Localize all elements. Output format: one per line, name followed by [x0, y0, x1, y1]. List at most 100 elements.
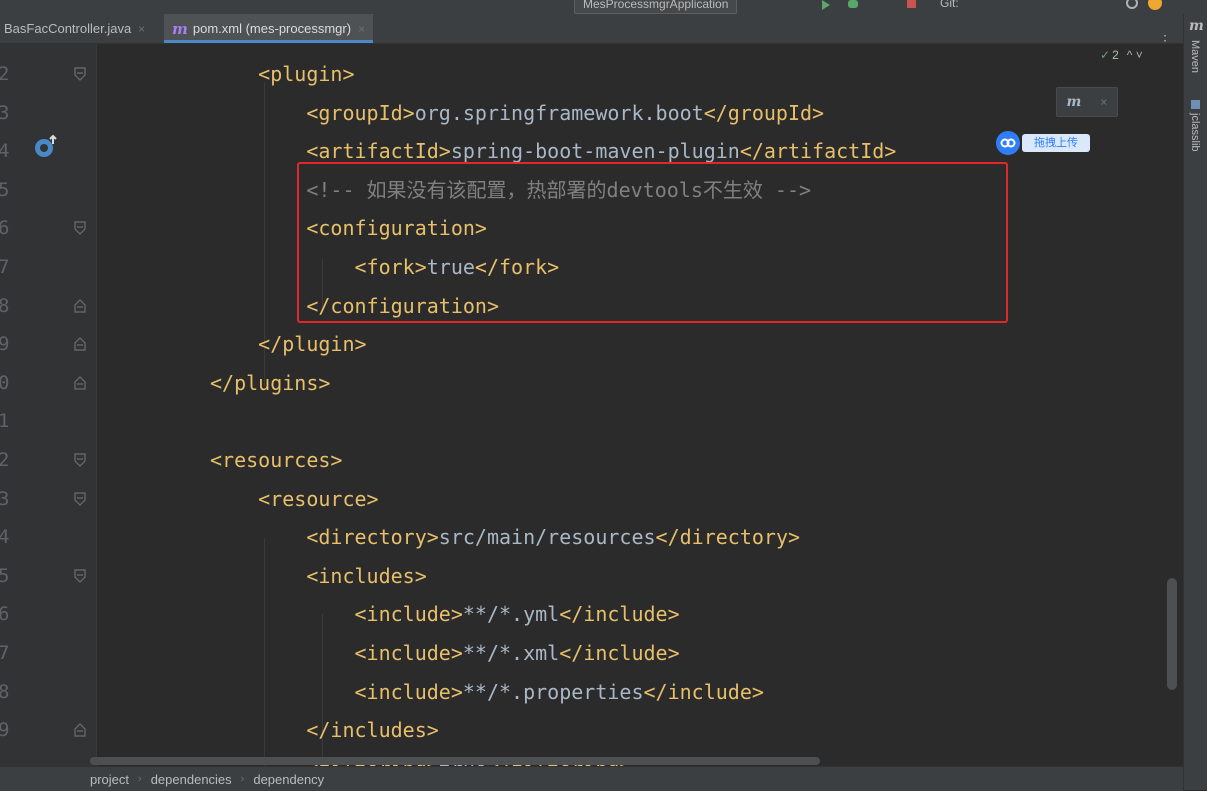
xml-tag: <includes>	[210, 563, 427, 588]
maven-file-icon: m	[172, 19, 188, 38]
inspection-widget[interactable]: ✓ 2 ^ ˅	[1100, 48, 1143, 62]
fold-end-icon[interactable]	[73, 298, 87, 313]
breadcrumb-item[interactable]: dependency	[253, 772, 324, 787]
fold-end-icon[interactable]	[73, 723, 87, 737]
search-icon[interactable]	[1126, 0, 1138, 9]
right-tool-window-bar: m Maven jclasslib	[1183, 14, 1207, 790]
debug-icon[interactable]	[848, 0, 858, 8]
xml-tag: <include>	[210, 602, 463, 627]
xml-tag: </include>	[643, 679, 764, 704]
xml-tag: <include>	[210, 641, 463, 665]
code-line: <plugin>	[210, 55, 354, 93]
maven-reload-popup[interactable]: m ×	[1056, 87, 1118, 117]
code-line: <include>**/*.properties</include>	[210, 673, 764, 711]
highlight-box	[297, 162, 1008, 323]
main-toolbar: MesProcessmgrApplication Git:	[0, 0, 1207, 14]
stop-icon[interactable]	[907, 0, 916, 8]
chevron-right-icon: ›	[240, 773, 245, 785]
jclasslib-icon	[1191, 100, 1200, 109]
line-number: 0	[0, 371, 10, 394]
code-line: <resource>	[210, 480, 379, 518]
line-number: 7	[0, 642, 10, 664]
upload-label: 拖拽上传	[1022, 134, 1090, 152]
fold-collapse-icon[interactable]	[73, 221, 87, 236]
close-icon[interactable]: ×	[138, 22, 145, 36]
check-icon: ✓	[1100, 48, 1111, 62]
code-line: <includes>	[210, 557, 427, 595]
inspection-nav-arrows[interactable]: ^ ˅	[1127, 48, 1143, 62]
xml-tag: <include>	[210, 679, 463, 704]
xml-tag: <artifactId>	[210, 139, 451, 164]
line-number: 8	[0, 680, 10, 703]
cloud-icon	[996, 131, 1020, 155]
line-number: 5	[0, 564, 10, 587]
maven-reload-icon[interactable]: m	[1066, 94, 1081, 110]
fold-collapse-icon[interactable]	[73, 569, 87, 583]
tab-label: pom.xml (mes-processmgr)	[192, 21, 352, 36]
xml-tag: <resource>	[210, 486, 379, 511]
code-line: <include>**/*.xml</include>	[210, 634, 680, 672]
fold-collapse-icon[interactable]	[73, 67, 87, 81]
vertical-scrollbar-thumb[interactable]	[1167, 578, 1177, 690]
line-number: 4	[0, 140, 10, 163]
line-number: 6	[0, 603, 10, 626]
tab-pom-xml[interactable]: m pom.xml (mes-processmgr) ×	[164, 14, 374, 43]
xml-tag: <resources>	[210, 448, 343, 472]
code-line: </plugins>	[210, 364, 330, 402]
code-line: <directory>src/main/resources</directory…	[210, 518, 800, 556]
line-number: 2	[0, 63, 10, 85]
line-number: 5	[0, 178, 10, 201]
xml-tag: </include>	[559, 602, 680, 627]
run-config-selector[interactable]: MesProcessmgrApplication	[574, 0, 738, 14]
code-line: <groupId>org.springframework.boot</group…	[210, 94, 824, 132]
xml-tag: </include>	[559, 641, 680, 665]
fold-end-icon[interactable]	[73, 375, 87, 390]
xml-text: **/*.xml	[462, 641, 560, 665]
active-tab-indicator	[164, 40, 374, 43]
close-icon[interactable]: ×	[1100, 95, 1107, 109]
line-number: 7	[0, 256, 10, 278]
code-line: </includes>	[210, 711, 439, 749]
run-gutter-icon[interactable]	[33, 134, 61, 164]
xml-text: **/*.yml	[462, 602, 560, 627]
git-label: Git:	[940, 0, 959, 10]
breadcrumb-item[interactable]: dependencies	[151, 772, 232, 787]
xml-tag: <directory>	[210, 525, 439, 550]
editor-tab-bar: BasFacController.java × m pom.xml (mes-p…	[0, 14, 1183, 48]
xml-text: src/main/resources	[438, 525, 656, 550]
xml-text: org.springframework.boot	[414, 100, 704, 125]
chevron-right-icon: ›	[138, 773, 142, 785]
maven-tool-button[interactable]: Maven	[1189, 40, 1201, 73]
inspection-count: 2	[1112, 48, 1119, 62]
line-number: 3	[0, 487, 10, 510]
xml-tag: </includes>	[210, 718, 439, 743]
tab-basfaccontroller[interactable]: BasFacController.java ×	[4, 14, 145, 43]
fold-collapse-icon[interactable]	[73, 491, 87, 506]
maven-tool-icon[interactable]: m	[1189, 18, 1204, 34]
tab-label: BasFacController.java	[4, 21, 132, 36]
line-number: 9	[0, 719, 10, 742]
horizontal-scrollbar-thumb[interactable]	[90, 757, 820, 765]
cloud-upload-widget[interactable]: 拖拽上传	[996, 131, 1110, 155]
code-line: <resources>	[210, 441, 342, 479]
fold-collapse-icon[interactable]	[73, 453, 87, 467]
xml-tag: </directory>	[655, 525, 801, 550]
line-number: 2	[0, 449, 10, 471]
code-line: </plugin>	[210, 325, 367, 363]
line-number: 8	[0, 294, 10, 317]
close-icon[interactable]: ×	[358, 22, 365, 36]
code-line: <include>**/*.yml</include>	[210, 595, 680, 633]
line-number: 9	[0, 333, 10, 356]
xml-tag: </artifactId>	[739, 139, 897, 164]
fold-end-icon[interactable]	[73, 337, 87, 351]
run-icon[interactable]	[822, 0, 830, 10]
jclasslib-tool-button[interactable]: jclasslib	[1189, 113, 1201, 152]
run-config-label: MesProcessmgrApplication	[583, 0, 729, 11]
line-number: 6	[0, 217, 10, 240]
update-icon[interactable]	[1148, 0, 1162, 10]
xml-text: spring-boot-maven-plugin	[450, 139, 740, 164]
xml-tag: </plugin>	[210, 332, 367, 357]
breadcrumb-item[interactable]: project	[90, 772, 129, 787]
line-number: 4	[0, 526, 10, 549]
xml-tag: <groupId>	[210, 100, 415, 125]
